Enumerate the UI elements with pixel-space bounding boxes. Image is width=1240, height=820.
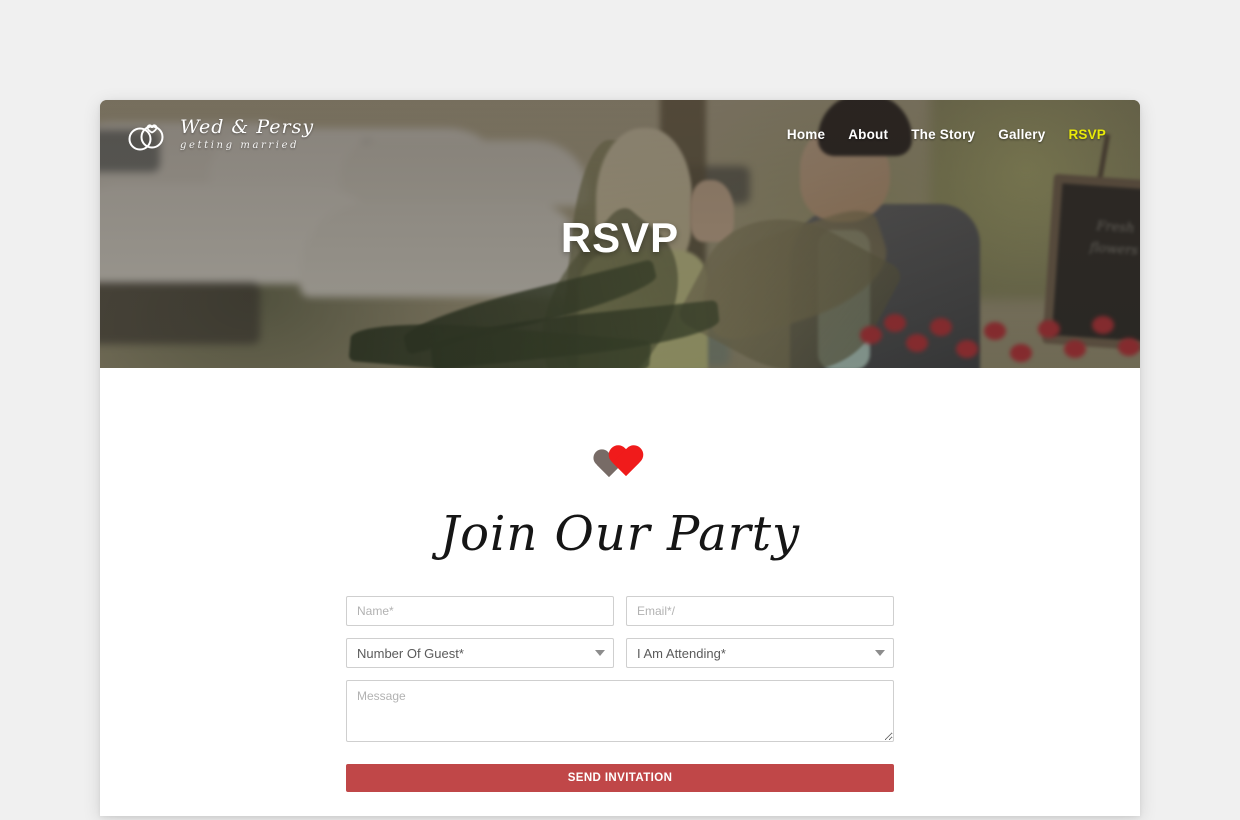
send-invitation-button[interactable]: SEND INVITATION [346, 764, 894, 792]
attending-field-wrap: I Am Attending* [626, 638, 894, 668]
number-of-guest-value: Number Of Guest* [357, 645, 464, 661]
nav-item-gallery[interactable]: Gallery [998, 127, 1045, 142]
brand-title: Wed & Persy [180, 115, 315, 138]
name-field-wrap [346, 596, 614, 626]
hero-banner: Fresh flowers [100, 100, 1140, 368]
guests-field-wrap: Number Of Guest* [346, 638, 614, 668]
nav-item-rsvp[interactable]: RSVP [1068, 127, 1106, 142]
rsvp-section: Join Our Party Number Of Guest* [100, 368, 1140, 792]
form-row-guests-attending: Number Of Guest* I Am Attending* [346, 638, 894, 668]
main-navigation: Home About The Story Gallery RSVP [787, 127, 1106, 142]
i-am-attending-value: I Am Attending* [637, 645, 726, 661]
form-row-name-email [346, 596, 894, 626]
message-textarea[interactable] [346, 680, 894, 742]
site-header: Wed & Persy getting married Home About T… [100, 100, 1140, 168]
page-title: RSVP [560, 214, 680, 261]
section-title: Join Our Party [439, 506, 801, 562]
brand-logo[interactable]: Wed & Persy getting married [126, 116, 314, 152]
nav-item-the-story[interactable]: The Story [911, 127, 975, 142]
email-field-wrap [626, 596, 894, 626]
page-card: Fresh flowers [100, 100, 1140, 816]
form-row-message [346, 680, 894, 742]
wedding-rings-heart-icon [126, 116, 168, 152]
heart-front [607, 446, 645, 480]
brand-subtitle: getting married [180, 139, 300, 151]
email-input[interactable] [626, 596, 894, 626]
nav-item-about[interactable]: About [848, 127, 888, 142]
number-of-guest-select[interactable]: Number Of Guest* [346, 638, 614, 668]
rsvp-form: Number Of Guest* I Am Attending* SEND IN… [346, 596, 894, 792]
name-input[interactable] [346, 596, 614, 626]
i-am-attending-select[interactable]: I Am Attending* [626, 638, 894, 668]
nav-item-home[interactable]: Home [787, 127, 825, 142]
double-heart-icon [590, 444, 650, 488]
